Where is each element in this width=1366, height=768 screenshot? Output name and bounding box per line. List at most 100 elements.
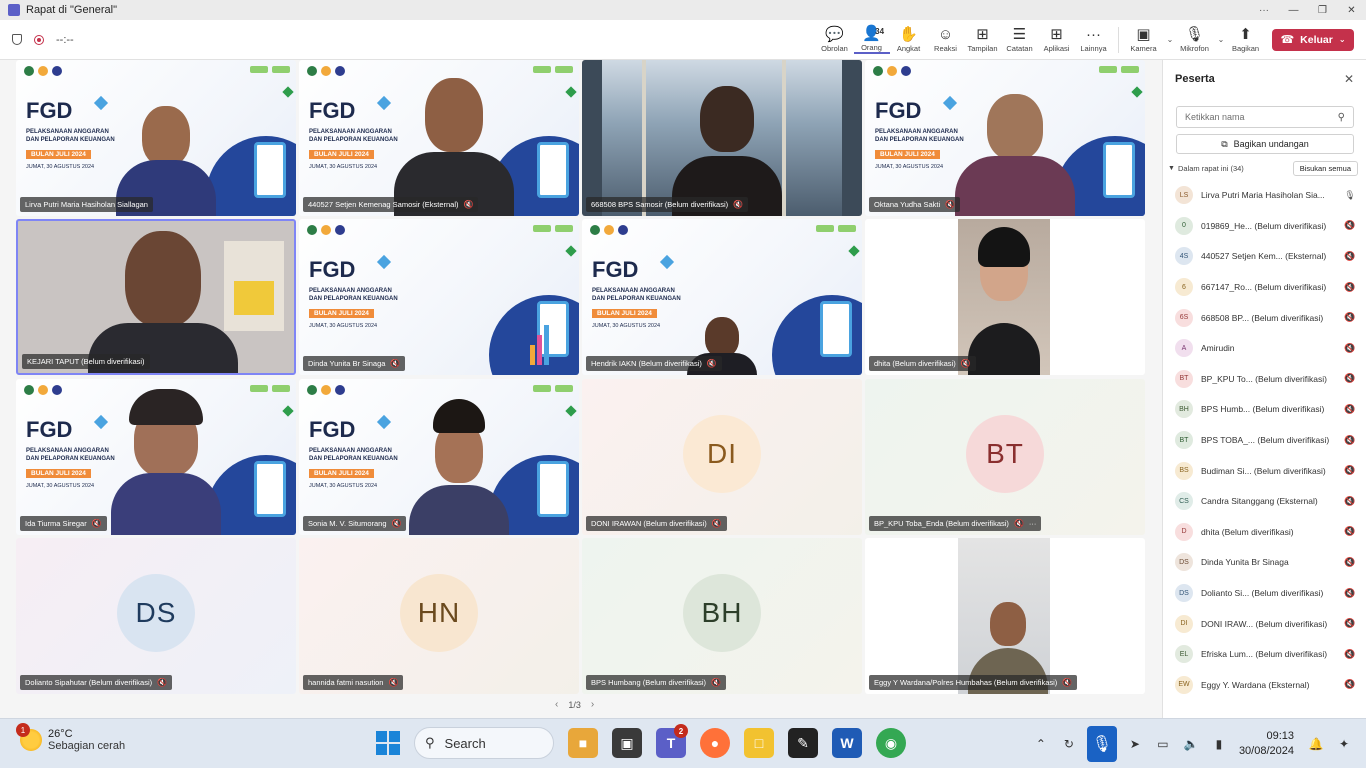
chevron-up-icon[interactable]: ⌃ xyxy=(1027,737,1055,751)
next-page-chevron-icon[interactable]: › xyxy=(591,699,594,710)
sticky-notes-icon[interactable]: ✎ xyxy=(788,728,818,758)
video-tile[interactable]: 668508 BPS Samosir (Belum diverifikasi) 🔇 xyxy=(582,60,862,216)
camera-options-chevron-icon[interactable]: ⌄ xyxy=(1164,35,1176,44)
camera-button[interactable]: ▣ Kamera xyxy=(1126,26,1162,53)
system-tray: ⌃ ↻ 🎙 ➤ ▭ 🔈 ▮ 09:13 30/08/2024 🔔 ✦ xyxy=(1027,719,1366,768)
mic-button[interactable]: 🎙 Mikrofon xyxy=(1177,26,1213,53)
video-tile[interactable]: Eggy Y Wardana/Polres Humbahas (Belum di… xyxy=(865,538,1145,694)
share-invite-icon: ⧉ xyxy=(1221,138,1228,149)
close-window-button[interactable]: ✕ xyxy=(1337,0,1366,20)
clock[interactable]: 09:13 30/08/2024 xyxy=(1239,729,1294,759)
word-icon[interactable]: W xyxy=(832,728,862,758)
record-icon[interactable] xyxy=(34,34,44,45)
participant-name: BPS Humb... (Belum diverifikasi) xyxy=(1201,404,1325,415)
participant-row[interactable]: DS Dolianto Si... (Belum diverifikasi) 🔇 xyxy=(1163,578,1366,609)
notification-bell-icon[interactable]: 🔔 xyxy=(1302,737,1330,751)
leave-button[interactable]: ☎ Keluar ⌄ xyxy=(1272,28,1354,51)
people-button[interactable]: 👤 34 Orang xyxy=(853,25,890,54)
view-button[interactable]: ⊞ Tampilan xyxy=(965,26,1001,53)
microphone-icon: 🎙 xyxy=(1344,189,1356,200)
apps-button[interactable]: ⊞ Aplikasi xyxy=(1039,26,1075,53)
participant-row[interactable]: A Amirudin 🔇 xyxy=(1163,333,1366,364)
briefcase-app-icon[interactable]: ■ xyxy=(568,728,598,758)
participant-row[interactable]: 6 667147_Ro... (Belum diverifikasi) 🔇 xyxy=(1163,272,1366,303)
participant-row[interactable]: EL Efriska Lum... (Belum diverifikasi) 🔇 xyxy=(1163,639,1366,670)
location-icon[interactable]: ➤ xyxy=(1121,737,1149,751)
shield-icon[interactable] xyxy=(12,34,22,45)
muted-mic-icon: 🔇 xyxy=(706,359,717,368)
more-button[interactable]: ··· Lainnya xyxy=(1076,26,1112,53)
chat-button[interactable]: 💬 Obrolan xyxy=(817,26,853,53)
maximize-button[interactable]: ❐ xyxy=(1308,0,1337,20)
video-tile[interactable]: FGD PELAKSANAAN ANGGARAN DAN PELAPORAN KE… xyxy=(582,219,862,375)
participant-search-input[interactable]: Ketikkan nama ⚲ xyxy=(1176,106,1354,128)
weather-sun-icon: 1 xyxy=(16,723,42,751)
reactions-button[interactable]: ☺ Reaksi xyxy=(928,26,964,53)
slide-title: FGD xyxy=(26,98,73,123)
avatar-tile[interactable]: BH BPS Humbang (Belum diverifikasi) 🔇 xyxy=(582,538,862,694)
participant-row[interactable]: LS Lirva Putri Maria Hasiholan Sia... 🎙 xyxy=(1163,180,1366,211)
copilot-icon[interactable]: ✦ xyxy=(1330,737,1358,751)
page-indicator: 1/3 xyxy=(568,699,581,710)
video-tile[interactable]: FGD PELAKSANAAN ANGGARAN DAN PELAPORAN KE… xyxy=(865,60,1145,216)
share-invite-button[interactable]: ⧉ Bagikan undangan xyxy=(1176,134,1354,154)
sync-icon[interactable]: ↻ xyxy=(1055,737,1083,751)
raise-hand-button[interactable]: ✋ Angkat xyxy=(891,26,927,53)
avatar-tile[interactable]: DI DONI IRAWAN (Belum diverifikasi) 🔇 xyxy=(582,379,862,535)
microphone-in-use-icon[interactable]: 🎙 xyxy=(1086,726,1117,762)
slide-title: FGD xyxy=(309,98,356,123)
participant-row[interactable]: DI DONI IRAW... (Belum diverifikasi) 🔇 xyxy=(1163,608,1366,639)
weather-widget[interactable]: 1 26°C Sebagian cerah xyxy=(16,723,125,752)
slide-date: JUMAT, 30 AGUSTUS 2024 xyxy=(309,483,378,489)
teams-app-icon[interactable]: T2 xyxy=(656,724,688,758)
video-tile-active[interactable]: KEJARI TAPUT (Belum diverifikasi) xyxy=(16,219,296,375)
file-explorer-icon[interactable]: □ xyxy=(744,728,774,758)
firefox-icon[interactable]: ● xyxy=(700,728,730,758)
in-meeting-section[interactable]: ▼ Dalam rapat ini (34) Bisukan semua xyxy=(1163,160,1366,176)
video-tile[interactable]: dhita (Belum diverifikasi) 🔇 xyxy=(865,219,1145,375)
avatar-tile[interactable]: HN hannida fatmi nasution 🔇 xyxy=(299,538,579,694)
participant-row[interactable]: EW Eggy Y. Wardana (Eksternal) 🔇 xyxy=(1163,670,1366,701)
participant-row[interactable]: Ddhita (Belum diverifikasi) 🔇 xyxy=(1163,517,1366,548)
mic-options-chevron-icon[interactable]: ⌄ xyxy=(1215,35,1227,44)
participant-name-tag: Hendrik IAKN (Belum diverifikasi) 🔇 xyxy=(586,356,722,371)
title-more-icon[interactable]: ··· xyxy=(1249,0,1279,20)
minimize-button[interactable]: — xyxy=(1279,0,1308,20)
slide-date: JUMAT, 30 AGUSTUS 2024 xyxy=(309,323,378,329)
notes-button[interactable]: ☰ Catatan xyxy=(1002,26,1038,53)
video-tile[interactable]: FGD PELAKSANAAN ANGGARAN DAN PELAPORAN KE… xyxy=(16,379,296,535)
avatar: BH xyxy=(1175,400,1193,419)
chrome-icon[interactable]: ◉ xyxy=(876,728,906,758)
prev-page-chevron-icon[interactable]: ‹ xyxy=(555,699,558,710)
battery-icon[interactable]: ▮ xyxy=(1205,737,1233,751)
participant-row[interactable]: BH BPS Humb... (Belum diverifikasi) 🔇 xyxy=(1163,394,1366,425)
muted-mic-icon: 🔇 xyxy=(1344,526,1356,537)
participant-row[interactable]: DS Dinda Yunita Br Sinaga 🔇 xyxy=(1163,547,1366,578)
tile-more-icon[interactable]: ··· xyxy=(1029,519,1037,528)
participant-row[interactable]: 6S 668508 BP... (Belum diverifikasi) 🔇 xyxy=(1163,302,1366,333)
avatar-tile[interactable]: BT BP_KPU Toba_Enda (Belum diverifikasi)… xyxy=(865,379,1145,535)
taskbar-search[interactable]: ⚲ Search xyxy=(414,727,554,759)
share-button[interactable]: ⬆ Bagikan xyxy=(1228,26,1264,53)
participant-row[interactable]: 0 019869_He... (Belum diverifikasi) 🔇 xyxy=(1163,211,1366,242)
display-icon[interactable]: ▭ xyxy=(1149,737,1177,751)
video-tile[interactable]: FGD PELAKSANAAN ANGGARAN DAN PELAPORAN KE… xyxy=(16,60,296,216)
task-view-icon[interactable]: ▣ xyxy=(612,728,642,758)
leave-options-chevron-icon[interactable]: ⌄ xyxy=(1339,35,1346,44)
volume-icon[interactable]: 🔈 xyxy=(1177,737,1205,751)
avatar-tile[interactable]: DS Dolianto Sipahutar (Belum diverifikas… xyxy=(16,538,296,694)
participant-row[interactable]: CS Candra Sitanggang (Eksternal) 🔇 xyxy=(1163,486,1366,517)
video-tile[interactable]: FGD PELAKSANAAN ANGGARAN DAN PELAPORAN KE… xyxy=(299,60,579,216)
windows-start-icon[interactable] xyxy=(376,731,400,755)
participant-row[interactable]: BT BPS TOBA_... (Belum diverifikasi) 🔇 xyxy=(1163,425,1366,456)
participant-row[interactable]: BS Budiman Si... (Belum diverifikasi) 🔇 xyxy=(1163,455,1366,486)
close-panel-icon[interactable]: ✕ xyxy=(1344,72,1354,86)
mute-all-button[interactable]: Bisukan semua xyxy=(1292,160,1358,176)
participant-row[interactable]: 4S 440527 Setjen Kem... (Eksternal) 🔇 xyxy=(1163,241,1366,272)
avatar: BT xyxy=(966,415,1044,493)
muted-mic-icon: 🔇 xyxy=(711,678,722,687)
video-tile[interactable]: FGD PELAKSANAAN ANGGARAN DAN PELAPORAN KE… xyxy=(299,219,579,375)
participant-row[interactable]: BT BP_KPU To... (Belum diverifikasi) 🔇 xyxy=(1163,364,1366,395)
participant-name: DONI IRAW... (Belum diverifikasi) xyxy=(1201,618,1328,629)
video-tile[interactable]: FGD PELAKSANAAN ANGGARAN DAN PELAPORAN KE… xyxy=(299,379,579,535)
